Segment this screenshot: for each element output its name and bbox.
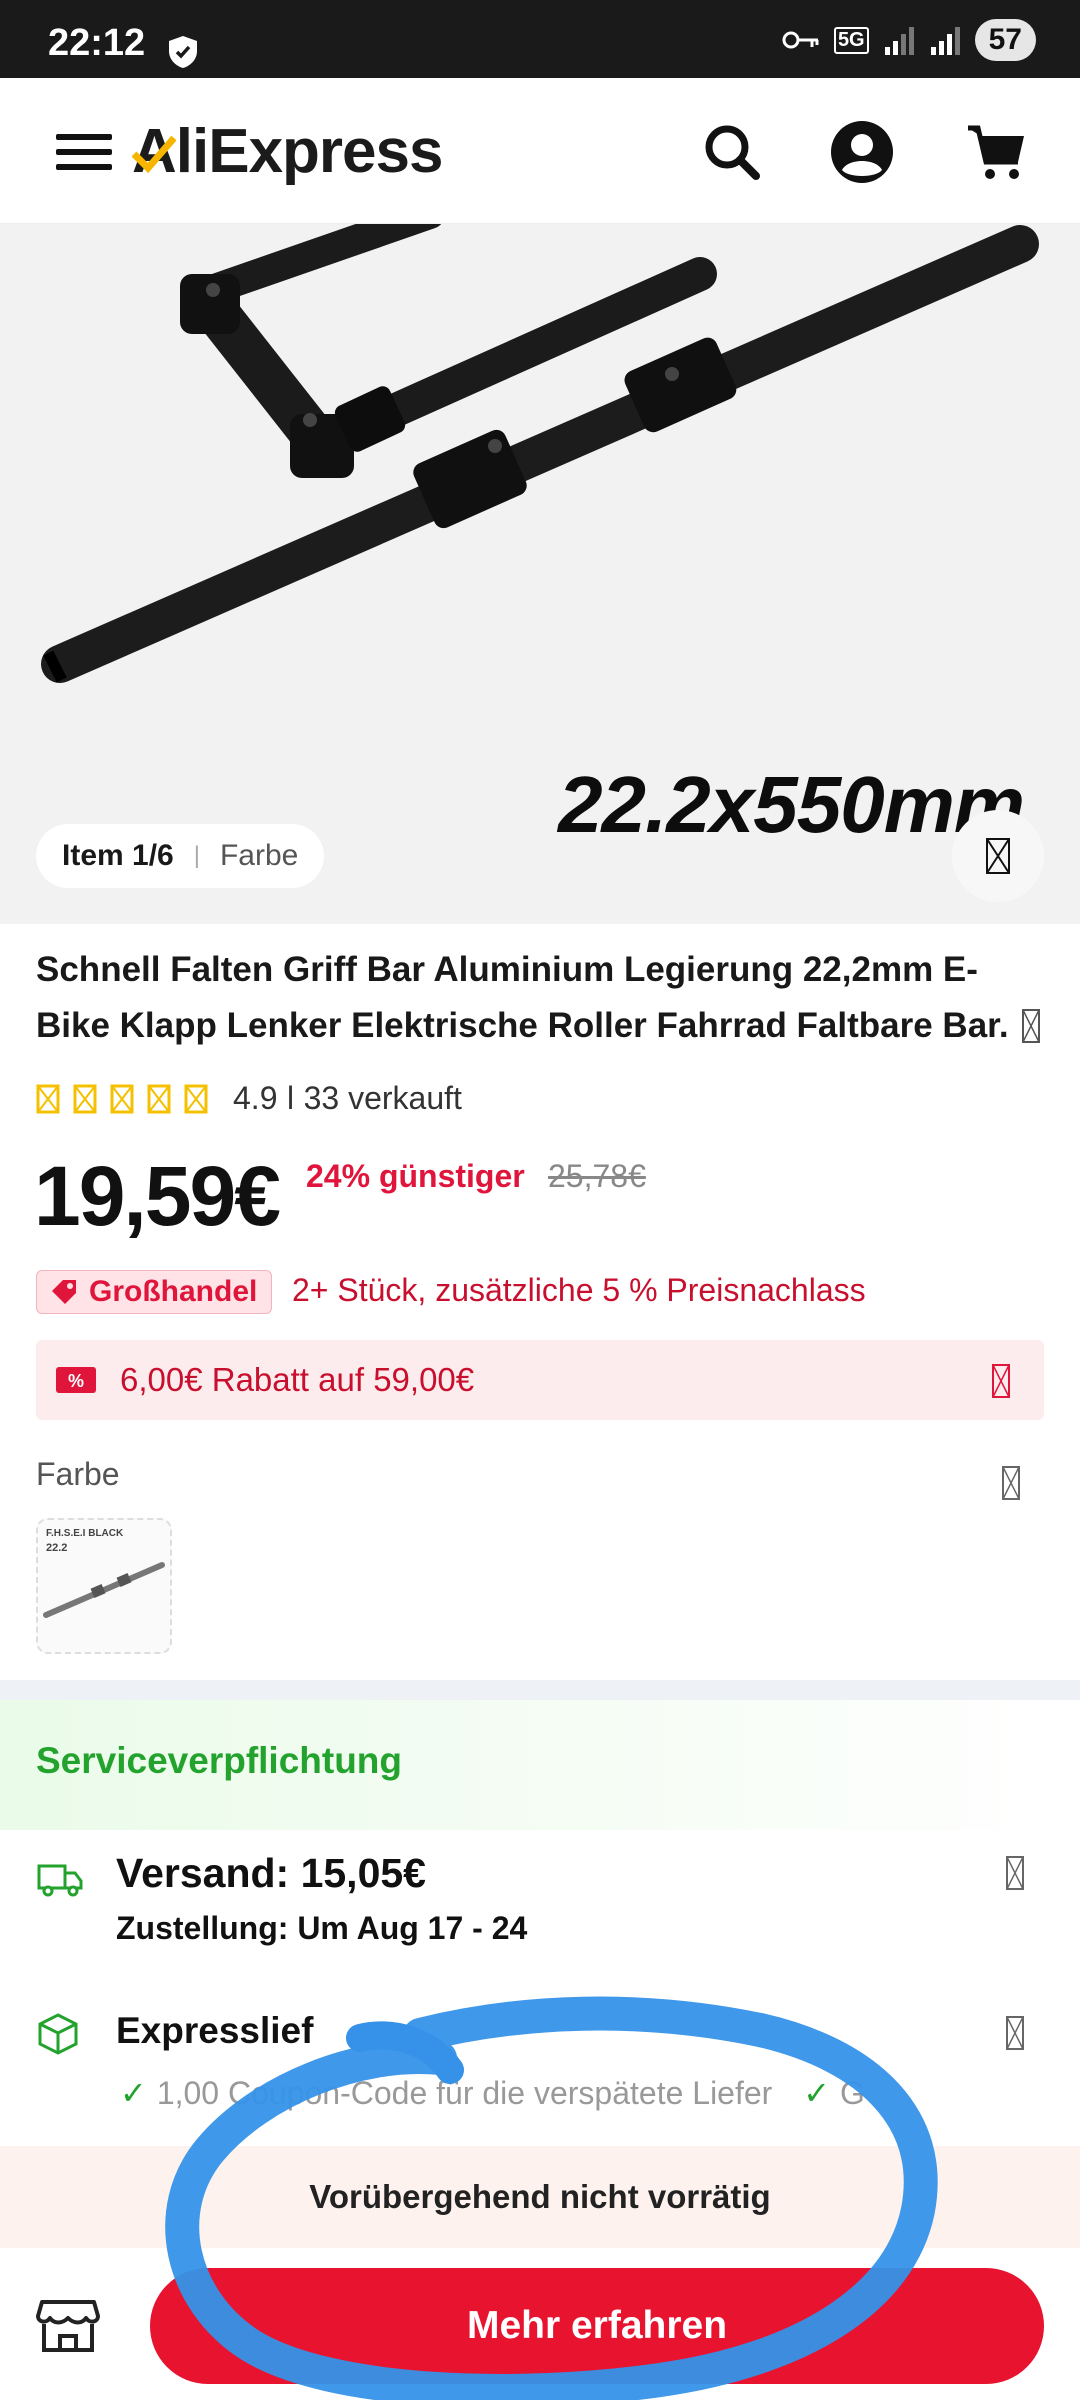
app-header: AliExpress [0, 78, 1080, 224]
variant-swatch-black[interactable]: F.H.S.E.I BLACK 22.2 [36, 1518, 172, 1654]
rating-text: 4.9 ǀ 33 verkauft [233, 1080, 462, 1116]
account-icon[interactable] [830, 120, 894, 184]
express-guarantee-line: ✓ 1,00 Coupon-Code für die verspätete Lie… [120, 2074, 1020, 2112]
search-icon[interactable] [700, 120, 764, 184]
chevron-right-icon[interactable] [1002, 1466, 1020, 1500]
current-price: 19,59€ [34, 1149, 281, 1243]
key-icon [782, 31, 819, 49]
star-icon [184, 1084, 208, 1113]
status-time: 22:12 [48, 22, 146, 64]
wholesale-text: 2+ Stück, zusätzliche 5 % Preisnachlass [292, 1272, 866, 1308]
star-icon [73, 1084, 97, 1113]
cart-icon[interactable] [966, 120, 1030, 184]
variant-label: Farbe [36, 1456, 120, 1492]
logo-text: AliExpress [132, 117, 444, 186]
product-title: Schnell Falten Griff Bar Aluminium Legie… [36, 942, 1046, 1054]
status-bar: 22:12 5G 57 [0, 0, 1080, 78]
gallery-counter-pill[interactable]: Item 1/6 | Farbe [36, 824, 325, 888]
coupon-text: 6,00€ Rabatt auf 59,00€ [120, 1361, 475, 1398]
share-icon [986, 838, 1010, 874]
express-delivery-title: Expresslief [116, 2010, 314, 2051]
signal-icon [884, 27, 914, 55]
service-title: Serviceverpflichtung [36, 1740, 403, 1781]
express-guarantee-line-2 [160, 2126, 1010, 2146]
express-guarantee-text: 1,00 Coupon-Code für die verspätete Lief… [156, 2075, 773, 2111]
bottom-action-bar: Mehr erfahren [0, 2248, 1080, 2400]
truck-icon [37, 1864, 83, 1897]
delivery-estimate: Zustellung: Um Aug 17 - 24 [116, 1910, 528, 1946]
signal-icon-2 [930, 27, 960, 55]
star-icon [147, 1084, 171, 1113]
rating-row[interactable]: 4.9 ǀ 33 verkauft [36, 1080, 462, 1117]
check-icon: ✓ [120, 2075, 147, 2111]
product-title-text: Schnell Falten Griff Bar Aluminium Legie… [36, 950, 1009, 1045]
chevron-right-icon[interactable] [1006, 2016, 1024, 2050]
item-counter: Item 1/6 [62, 839, 174, 872]
shipping-cost: Versand: 15,05€ [116, 1850, 426, 1896]
logo-swoosh-icon [132, 135, 176, 174]
section-divider [0, 1680, 1080, 1700]
tag-icon [52, 1280, 76, 1304]
copy-icon[interactable] [1022, 1009, 1041, 1043]
chevron-right-icon[interactable] [1006, 1856, 1024, 1890]
star-icon [110, 1084, 134, 1113]
learn-more-button[interactable]: Mehr erfahren [150, 2268, 1044, 2384]
share-button[interactable] [952, 810, 1044, 902]
original-price: 25,78€ [548, 1158, 646, 1194]
gallery-attribute: Farbe [219, 839, 299, 872]
wholesale-label: Großhandel [89, 1275, 258, 1308]
status-icons: 5G 57 [782, 18, 1036, 62]
aliexpress-logo[interactable]: AliExpress [132, 116, 444, 187]
package-icon [38, 2013, 78, 2055]
store-icon[interactable] [36, 2298, 100, 2354]
out-of-stock-notice: Vorübergehend nicht vorrätig [0, 2146, 1080, 2248]
express-guarantee-tail: G [840, 2075, 865, 2111]
pill-separator: | [193, 842, 200, 869]
menu-icon[interactable] [56, 132, 112, 172]
product-image-gallery[interactable]: 22.2x550mm Item 1/6 | Farbe [0, 224, 1080, 924]
battery-indicator: 57 [974, 19, 1036, 61]
check-icon: ✓ [803, 2075, 831, 2111]
chevron-right-icon [992, 1364, 1010, 1398]
star-icon [36, 1084, 60, 1113]
coupon-banner[interactable]: % 6,00€ Rabatt auf 59,00€ [36, 1340, 1044, 1420]
service-section-header: Serviceverpflichtung [0, 1700, 1080, 1830]
vpn-shield-icon [169, 36, 197, 68]
swatch-thumbnail [43, 1562, 165, 1618]
coupon-icon: % [56, 1367, 96, 1393]
network-type: 5G [833, 26, 869, 54]
image-caption: 22.2x550mm [558, 760, 1025, 849]
discount-label: 24% günstiger [306, 1158, 525, 1194]
svg-text:%: % [68, 1371, 84, 1391]
wholesale-badge: Großhandel [36, 1270, 273, 1314]
